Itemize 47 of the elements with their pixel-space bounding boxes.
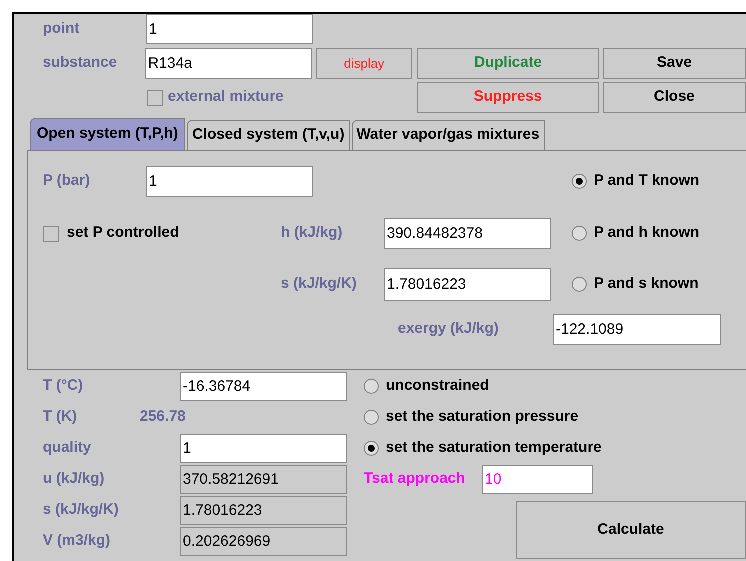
property-field[interactable]: 1.78016223	[180, 496, 347, 525]
property-value: 256.78	[140, 407, 186, 428]
close-button[interactable]: Close	[602, 82, 746, 113]
checkbox[interactable]	[43, 226, 59, 242]
point-label: point	[43, 18, 81, 39]
property-field[interactable]: 0.202626969	[180, 527, 347, 556]
pressure-field[interactable]: 1	[146, 166, 313, 197]
option-label: P and s known	[594, 274, 699, 294]
enthalpy-label: h (kJ/kg)	[281, 223, 344, 244]
enthalpy-field[interactable]: 390.84482378	[384, 218, 551, 249]
option-label: set the saturation pressure	[386, 407, 579, 428]
property-label: u (kJ/kg)	[43, 469, 106, 490]
tab[interactable]: Closed system (T,v,u)	[187, 120, 350, 150]
exergy-field[interactable]: -122.1089	[553, 314, 721, 345]
radio-button[interactable]	[572, 277, 587, 292]
property-field[interactable]: 1	[180, 434, 347, 463]
exergy-label: exergy (kJ/kg)	[398, 319, 500, 340]
option-label: unconstrained	[386, 376, 490, 396]
substance-label: substance	[43, 53, 118, 74]
property-label: T (°C)	[43, 376, 84, 396]
option-label: set the saturation temperature	[386, 438, 602, 458]
option-label: P and h known	[594, 223, 700, 244]
radio-button[interactable]	[364, 441, 379, 456]
calculate-button[interactable]: Calculate	[516, 501, 746, 559]
radio-button[interactable]	[572, 174, 587, 189]
property-label: V (m3/kg)	[43, 531, 112, 552]
option-label: P and T known	[594, 171, 700, 192]
property-label: T (K)	[43, 407, 78, 428]
set-p-controlled-label: set P controlled	[67, 223, 180, 244]
property-label: s (kJ/kg/K)	[43, 500, 120, 520]
property-field[interactable]: 370.58212691	[180, 465, 347, 494]
save-button[interactable]: Save	[603, 48, 746, 79]
external-mixture-label: external mixture	[168, 87, 284, 108]
radio-button[interactable]	[364, 410, 379, 425]
property-label: quality	[43, 438, 92, 458]
radio-button[interactable]	[572, 226, 587, 241]
checkbox[interactable]	[147, 90, 163, 106]
radio-button[interactable]	[364, 379, 379, 394]
property-field[interactable]: -16.36784	[180, 372, 347, 401]
tab[interactable]: Water vapor/gas mixtures	[352, 120, 545, 150]
entropy-field[interactable]: 1.78016223	[384, 268, 551, 301]
tsat-approach-label: Tsat approach	[364, 469, 466, 490]
entropy-label: s (kJ/kg/K)	[281, 274, 358, 294]
pressure-label: P (bar)	[43, 171, 92, 192]
point-field[interactable]: 1	[146, 14, 313, 44]
substance-field[interactable]: R134a	[145, 48, 312, 79]
tab[interactable]: Open system (T,P,h)	[30, 118, 186, 150]
